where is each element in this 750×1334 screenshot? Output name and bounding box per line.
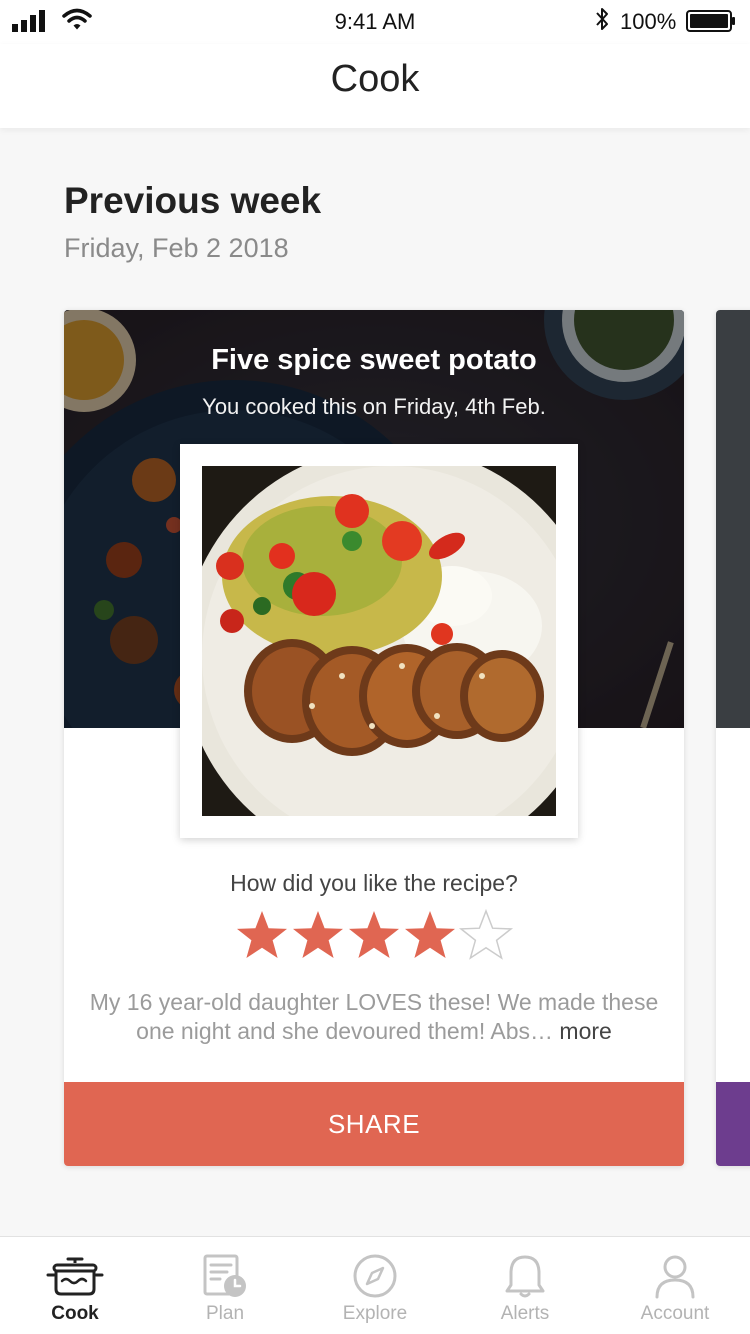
bell-icon (505, 1255, 545, 1298)
cooked-date: You cooked this on Friday, 4th Feb. (202, 394, 546, 419)
tab-cook[interactable]: Cook (0, 1237, 150, 1334)
tab-label-cook: Cook (51, 1303, 99, 1324)
section-date: Friday, Feb 2 2018 (64, 233, 289, 263)
battery-icon (686, 10, 735, 32)
review-text: My 16 year-old daughter LOVES these! We … (84, 988, 664, 1046)
peek-card-button[interactable] (716, 1082, 750, 1166)
star-rating[interactable] (234, 908, 514, 968)
tab-label-alerts: Alerts (500, 1303, 550, 1324)
tab-label-plan: Plan (205, 1303, 245, 1324)
bluetooth-icon (596, 8, 608, 30)
status-bar: 9:41 AM 100% (0, 0, 750, 44)
star-filled-icon[interactable] (402, 908, 458, 964)
nav-bar: Cook (0, 44, 750, 128)
recipe-card[interactable]: Five spice sweet potato You cooked this … (64, 310, 684, 1166)
pot-icon (46, 1257, 104, 1296)
compass-icon (353, 1254, 397, 1298)
tab-alerts[interactable]: Alerts (450, 1237, 600, 1334)
tab-label-account: Account (640, 1303, 710, 1324)
plan-icon (203, 1254, 246, 1297)
phone-screen: 9:41 AM 100% Cook Previous week Friday, … (0, 0, 750, 1334)
rating-prompt: How did you like the recipe? (230, 870, 518, 896)
page-title: Cook (330, 58, 420, 100)
star-filled-icon[interactable] (290, 908, 346, 964)
star-filled-icon[interactable] (234, 908, 290, 964)
person-icon (655, 1255, 695, 1299)
recipe-photo (202, 466, 556, 816)
tab-label-explore: Explore (342, 1303, 408, 1324)
review-more-link[interactable]: more (559, 1018, 611, 1044)
share-button[interactable]: SHARE (64, 1082, 684, 1166)
star-filled-icon[interactable] (346, 908, 402, 964)
tab-bar: Cook Plan Explore Alerts Account (0, 1236, 750, 1334)
tab-plan[interactable]: Plan (150, 1237, 300, 1334)
star-empty-icon[interactable] (458, 908, 514, 964)
tab-account[interactable]: Account (600, 1237, 750, 1334)
tab-explore[interactable]: Explore (300, 1237, 450, 1334)
peek-card-image (716, 310, 750, 728)
section-title: Previous week (64, 180, 322, 221)
recipe-title: Five spice sweet potato (211, 344, 537, 376)
recipe-photo-frame[interactable] (180, 444, 578, 838)
battery-percent: 100% (620, 9, 677, 34)
next-recipe-card-peek[interactable] (716, 310, 750, 1166)
